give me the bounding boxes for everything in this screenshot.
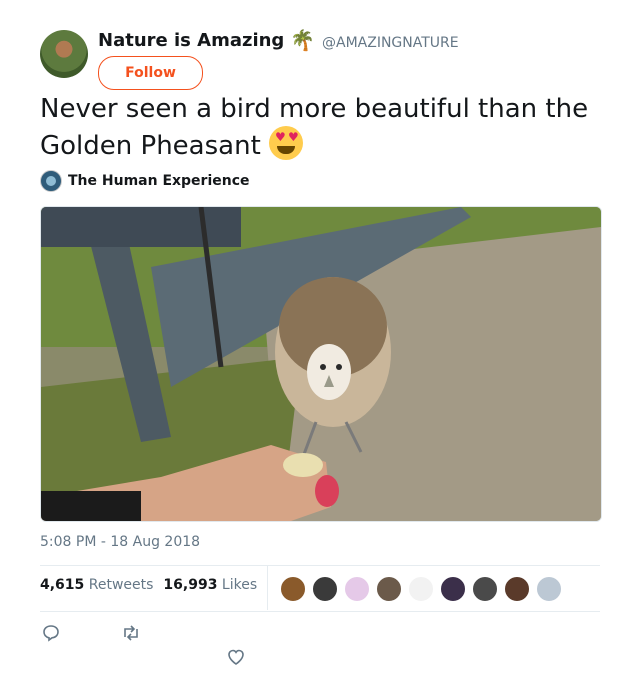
pheasant-photo [41, 207, 601, 521]
retweets-label: Retweets [88, 577, 154, 593]
author-avatar[interactable] [40, 30, 88, 78]
retweets-count: 4,615 [40, 577, 85, 593]
liker-avatar[interactable] [344, 576, 370, 602]
liker-avatar[interactable] [472, 576, 498, 602]
liker-avatar[interactable] [440, 576, 466, 602]
author-handle[interactable]: @AMAZINGNATURE [322, 35, 459, 51]
likes-count: 16,993 [163, 577, 218, 593]
media-source[interactable]: The Human Experience [40, 170, 250, 192]
heart-eyes-emoji-icon: ♥ ♥ [269, 126, 304, 160]
liker-avatar[interactable] [504, 576, 530, 602]
liker-avatar[interactable] [280, 576, 306, 602]
tweet-text-content: Never seen a bird more beautiful than th… [40, 94, 589, 161]
liker-avatar[interactable] [376, 576, 402, 602]
tweet-stats: 4,615 Retweets 16,993 Likes [40, 577, 257, 593]
divider-bottom [40, 611, 600, 612]
palm-tree-emoji: 🌴 [290, 28, 315, 52]
liker-avatar[interactable] [408, 576, 434, 602]
stats-separator [267, 566, 268, 610]
retweets-stat[interactable]: 4,615 Retweets [40, 577, 153, 593]
reply-icon[interactable] [42, 624, 60, 646]
tweet-timestamp[interactable]: 5:08 PM - 18 Aug 2018 [40, 534, 200, 550]
tweet-text: Never seen a bird more beautiful than th… [40, 92, 600, 163]
liker-avatar[interactable] [536, 576, 562, 602]
heart-icon[interactable] [227, 648, 245, 670]
source-avatar-icon [40, 170, 62, 192]
divider-top [40, 565, 600, 566]
likes-label: Likes [221, 577, 258, 593]
tweet-media-image[interactable] [40, 206, 602, 522]
retweet-icon[interactable] [121, 624, 141, 646]
author-name[interactable]: Nature is Amazing [98, 30, 284, 51]
follow-button[interactable]: Follow [98, 56, 203, 90]
likes-stat[interactable]: 16,993 Likes [163, 577, 257, 593]
source-name[interactable]: The Human Experience [68, 173, 250, 189]
liker-avatar[interactable] [312, 576, 338, 602]
liker-avatars [280, 576, 562, 602]
